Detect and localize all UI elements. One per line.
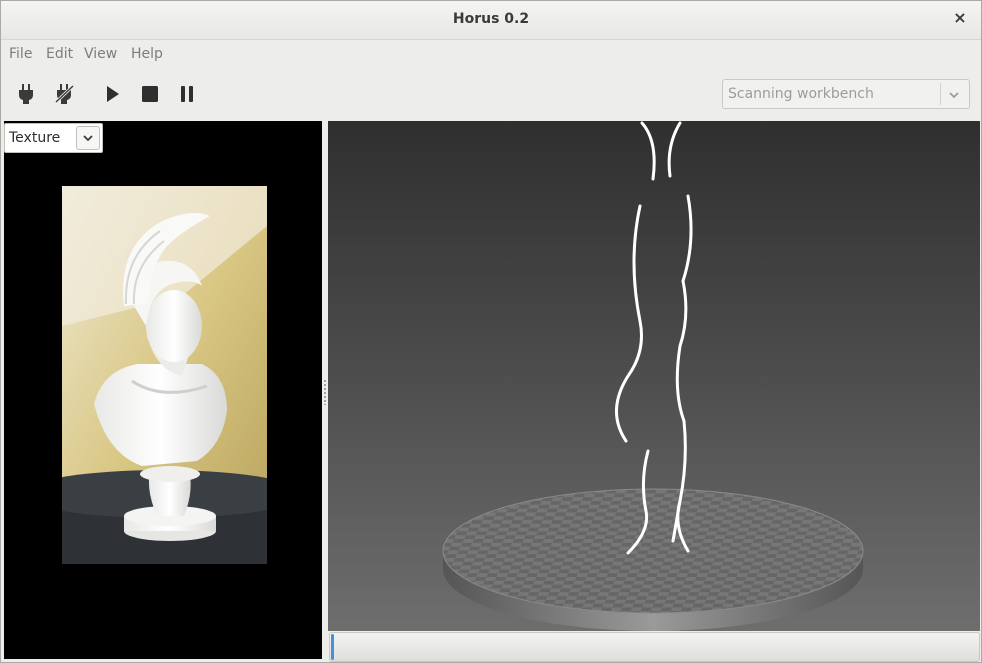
splitter-grip[interactable] — [324, 379, 326, 405]
scan-progress-fill — [331, 634, 334, 660]
point-cloud — [615, 121, 693, 555]
bust-illustration — [62, 186, 267, 564]
view-mode-select[interactable]: Texture — [4, 123, 103, 153]
chevron-down-icon[interactable] — [948, 86, 960, 99]
menu-file[interactable]: File — [9, 46, 32, 62]
workbench-select-value: Scanning workbench — [728, 86, 874, 102]
window-title: Horus 0.2 — [452, 11, 530, 27]
disconnect-icon[interactable] — [53, 83, 75, 105]
connect-icon[interactable] — [15, 83, 37, 105]
menu-bar: File Edit View Help — [1, 40, 981, 68]
camera-image — [62, 186, 267, 564]
app-window: Horus 0.2 × File Edit View Help Scanning… — [0, 0, 982, 663]
view-mode-value: Texture — [9, 130, 61, 146]
workbench-select[interactable]: Scanning workbench — [722, 79, 970, 109]
combo-divider — [940, 83, 941, 105]
stop-icon[interactable] — [139, 83, 161, 105]
title-bar: Horus 0.2 × — [1, 1, 981, 40]
menu-view[interactable]: View — [84, 46, 117, 62]
play-icon[interactable] — [101, 83, 123, 105]
close-icon[interactable]: × — [951, 9, 969, 27]
pause-icon[interactable] — [176, 83, 198, 105]
scan-progress-bar — [329, 632, 980, 662]
chevron-down-icon[interactable] — [76, 126, 100, 150]
menu-edit[interactable]: Edit — [46, 46, 73, 62]
scene-render — [442, 121, 864, 631]
menu-help[interactable]: Help — [131, 46, 163, 62]
scene-viewport[interactable] — [328, 121, 980, 631]
